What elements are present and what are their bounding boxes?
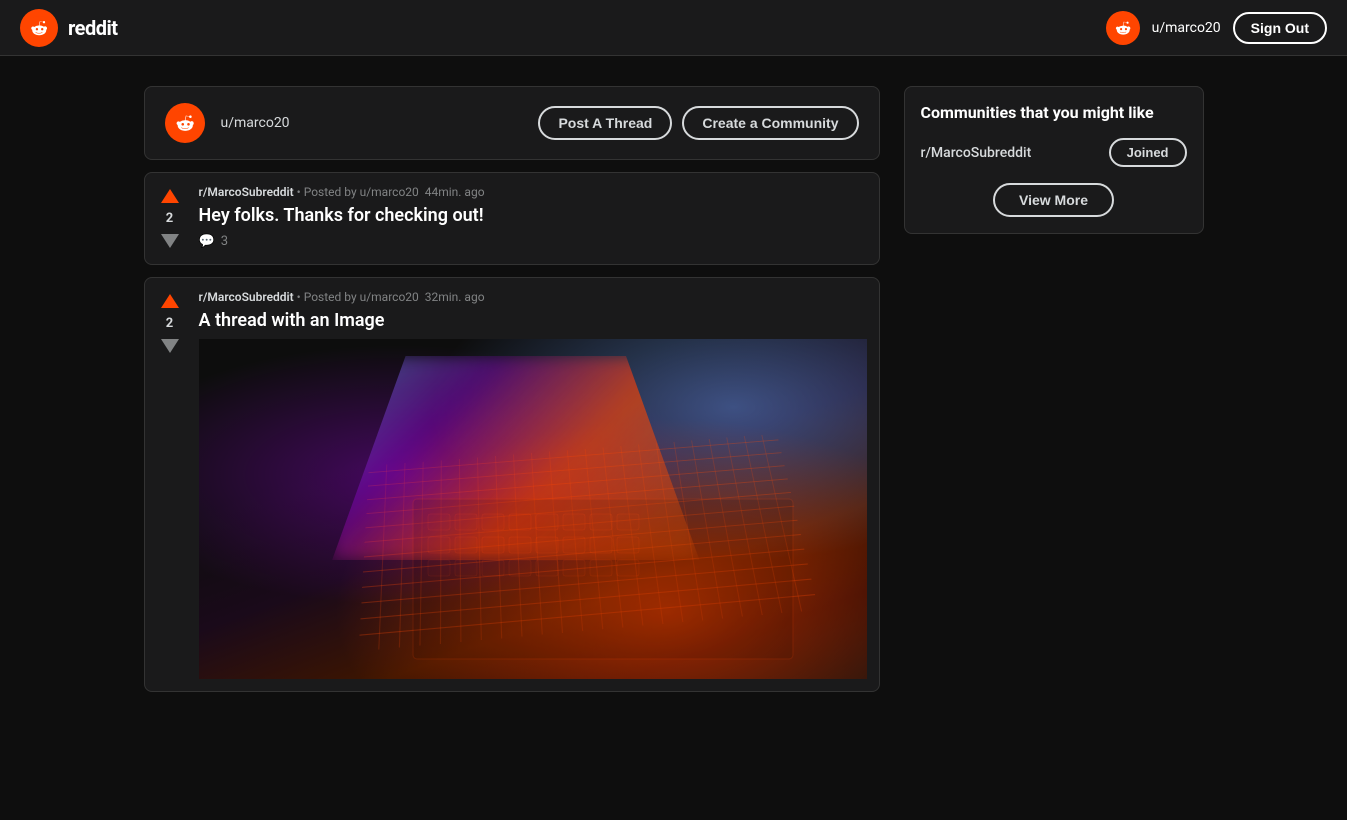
user-avatar bbox=[165, 103, 205, 143]
communities-card: Communities that you might like r/MarcoS… bbox=[904, 86, 1204, 234]
downvote-icon bbox=[161, 234, 179, 248]
header-bar-username: u/marco20 bbox=[221, 115, 523, 131]
upvote-icon-2 bbox=[161, 294, 179, 308]
community-name[interactable]: r/MarcoSubreddit bbox=[921, 145, 1032, 161]
header-actions: Post A Thread Create a Community bbox=[538, 106, 858, 140]
post-comments: 💬 3 bbox=[199, 234, 867, 249]
upvote-icon bbox=[161, 189, 179, 203]
upvote-button[interactable] bbox=[157, 185, 183, 207]
navbar-username: u/marco20 bbox=[1152, 20, 1221, 36]
reddit-logo-icon[interactable] bbox=[20, 9, 58, 47]
community-row: r/MarcoSubreddit Joined bbox=[921, 138, 1187, 167]
post-card: 2 r/MarcoSubreddit • Posted by u/marco20… bbox=[144, 172, 880, 265]
post-image bbox=[199, 339, 867, 679]
post-image-container bbox=[199, 339, 867, 679]
post-title[interactable]: Hey folks. Thanks for checking out! bbox=[199, 205, 867, 226]
vote-count-2: 2 bbox=[166, 316, 173, 331]
main-container: u/marco20 Post A Thread Create a Communi… bbox=[124, 56, 1224, 722]
navbar-right: u/marco20 Sign Out bbox=[1106, 11, 1327, 45]
post-subreddit[interactable]: r/MarcoSubreddit bbox=[199, 185, 294, 199]
joined-button[interactable]: Joined bbox=[1109, 138, 1187, 167]
user-header-bar: u/marco20 Post A Thread Create a Communi… bbox=[144, 86, 880, 160]
post-inner: 2 r/MarcoSubreddit • Posted by u/marco20… bbox=[145, 173, 879, 264]
post-meta: r/MarcoSubreddit • Posted by u/marco20 4… bbox=[199, 185, 867, 199]
create-community-button[interactable]: Create a Community bbox=[682, 106, 858, 140]
reddit-wordmark: reddit bbox=[68, 16, 118, 40]
feed-section: u/marco20 Post A Thread Create a Communi… bbox=[144, 86, 880, 692]
view-more-button[interactable]: View More bbox=[993, 183, 1114, 217]
post-card-image: 2 r/MarcoSubreddit • Posted by u/marco20… bbox=[144, 277, 880, 692]
navbar-left: reddit bbox=[20, 9, 118, 47]
downvote-button[interactable] bbox=[157, 230, 183, 252]
post-subreddit-2[interactable]: r/MarcoSubreddit bbox=[199, 290, 294, 304]
post-thread-button[interactable]: Post A Thread bbox=[538, 106, 672, 140]
vote-column-2: 2 bbox=[145, 278, 195, 369]
post-inner-image: 2 r/MarcoSubreddit • Posted by u/marco20… bbox=[145, 278, 879, 691]
navbar: reddit u/marco20 Sign Out bbox=[0, 0, 1347, 56]
vote-column: 2 bbox=[145, 173, 195, 264]
post-meta-2: r/MarcoSubreddit • Posted by u/marco20 3… bbox=[199, 290, 867, 304]
sidebar: Communities that you might like r/MarcoS… bbox=[904, 86, 1204, 234]
vote-count: 2 bbox=[166, 211, 173, 226]
downvote-icon-2 bbox=[161, 339, 179, 353]
comment-count: 3 bbox=[221, 234, 228, 249]
upvote-button-2[interactable] bbox=[157, 290, 183, 312]
sign-out-button[interactable]: Sign Out bbox=[1233, 12, 1327, 44]
post-content: r/MarcoSubreddit • Posted by u/marco20 4… bbox=[195, 173, 879, 261]
downvote-button-2[interactable] bbox=[157, 335, 183, 357]
post-title-2[interactable]: A thread with an Image bbox=[199, 310, 867, 331]
communities-title: Communities that you might like bbox=[921, 103, 1187, 122]
comment-icon: 💬 bbox=[199, 234, 215, 249]
navbar-avatar bbox=[1106, 11, 1140, 45]
post-content-2: r/MarcoSubreddit • Posted by u/marco20 3… bbox=[195, 278, 879, 691]
